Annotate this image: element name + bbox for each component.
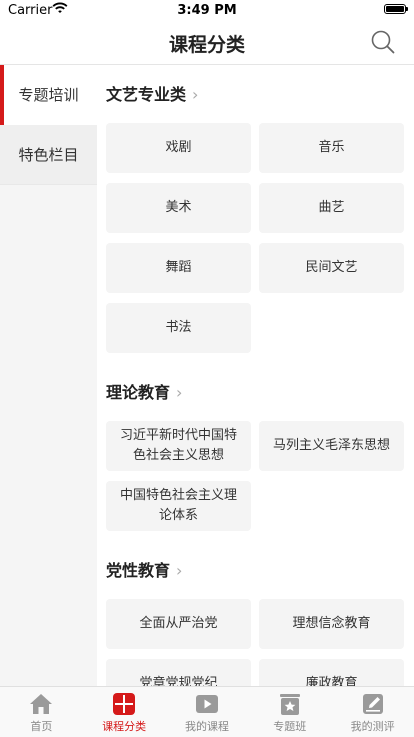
category-tile[interactable]: 全面从严治党 [106,599,251,649]
grid-icon [113,693,136,715]
section-header-arts[interactable]: 文艺专业类 › [97,65,414,123]
category-tile[interactable]: 美术 [106,183,251,233]
tab-label: 首页 [30,720,53,733]
search-icon[interactable] [370,29,396,55]
chevron-right-icon: › [192,85,199,104]
section-title: 党性教育 [106,561,171,580]
section-grid: 全面从严治党 理想信念教育 党章党规党纪 廉政教育 [97,599,414,686]
tab-special-classes[interactable]: 专题班 [248,687,331,737]
category-tile[interactable]: 理想信念教育 [259,599,404,649]
category-tile[interactable]: 曲艺 [259,183,404,233]
chevron-right-icon: › [176,561,183,580]
category-tile[interactable]: 音乐 [259,123,404,173]
section-header-theory[interactable]: 理论教育 › [97,363,414,421]
clock: 3:49 PM [177,3,237,18]
section-title: 文艺专业类 [106,85,187,104]
category-tile[interactable]: 书法 [106,303,251,353]
star-board-icon [279,694,300,715]
tab-my-assessments[interactable]: 我的测评 [331,687,414,737]
chevron-right-icon: › [176,383,183,402]
section-title: 理论教育 [106,383,171,402]
tab-label: 课程分类 [102,720,147,733]
section-grid: 习近平新时代中国特色社会主义思想 马列主义毛泽东思想 中国特色社会主义理论体系 [97,421,414,541]
navigation-bar: 课程分类 [0,20,414,65]
home-icon [30,694,53,714]
tab-label: 专题班 [273,720,307,733]
tab-course-categories[interactable]: 课程分类 [83,687,166,737]
category-tile[interactable]: 民间文艺 [259,243,404,293]
tab-home[interactable]: 首页 [0,687,83,737]
tab-bar: 首页 课程分类 我的课程 专题班 我的测评 [0,686,414,737]
category-tile[interactable]: 习近平新时代中国特色社会主义思想 [106,421,251,471]
category-tile[interactable]: 廉政教育 [259,659,404,686]
tab-label: 我的课程 [184,720,229,733]
category-tile[interactable]: 党章党规党纪 [106,659,251,686]
category-sidebar: 专题培训 特色栏目 [0,65,97,686]
play-icon [195,695,218,713]
category-tile[interactable]: 舞蹈 [106,243,251,293]
edit-icon [362,694,383,714]
sidebar-item-featured-columns[interactable]: 特色栏目 [0,125,97,185]
sidebar-item-label: 特色栏目 [18,146,79,164]
category-tile[interactable]: 马列主义毛泽东思想 [259,421,404,471]
status-bar: Carrier 3:49 PM [0,0,414,20]
page-title: 课程分类 [168,34,245,56]
category-tile[interactable]: 戏剧 [106,123,251,173]
sidebar-item-special-training[interactable]: 专题培训 [0,65,97,125]
tab-label: 我的测评 [350,720,395,733]
tab-my-courses[interactable]: 我的课程 [166,687,249,737]
sidebar-item-label: 专题培训 [18,86,79,104]
section-grid: 戏剧 音乐 美术 曲艺 舞蹈 民间文艺 书法 [97,123,414,363]
category-tile[interactable]: 中国特色社会主义理论体系 [106,481,251,531]
category-content: 文艺专业类 › 戏剧 音乐 美术 曲艺 舞蹈 民间文艺 书法 理论教育 › 习近平新… [97,65,414,686]
battery-icon [384,4,408,14]
section-header-party-spirit[interactable]: 党性教育 › [97,541,414,599]
